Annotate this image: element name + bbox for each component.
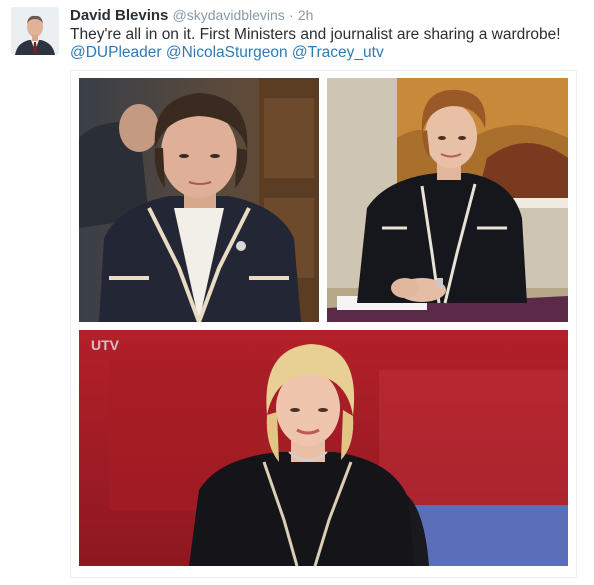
media-collage[interactable]: UTV	[71, 71, 576, 577]
author-handle[interactable]: @skydavidblevins	[173, 7, 285, 23]
avatar-image	[11, 7, 59, 55]
tweet-text: They're all in on it. First Ministers an…	[70, 26, 561, 43]
avatar[interactable]	[11, 7, 59, 55]
tweet-header: David Blevins @skydavidblevins · 2h	[70, 6, 313, 25]
photo-bottom-image: UTV	[79, 330, 568, 566]
author-name[interactable]: David Blevins	[70, 7, 168, 24]
photo-top-right[interactable]	[327, 78, 568, 322]
photo-bottom[interactable]: UTV	[79, 330, 568, 566]
photo-top-left-image	[79, 78, 319, 322]
tweet: David Blevins @skydavidblevins · 2h They…	[0, 0, 594, 585]
photo-top-left[interactable]	[79, 78, 319, 322]
header-separator: ·	[288, 7, 294, 23]
mention-link[interactable]: @NicolaSturgeon	[166, 44, 288, 61]
mention-link[interactable]: @Tracey_utv	[292, 44, 384, 61]
timestamp[interactable]: 2h	[298, 7, 314, 23]
photo-top-right-image	[327, 78, 568, 322]
mention-link[interactable]: @DUPleader	[70, 44, 162, 61]
tweet-mentions: @DUPleader @NicolaSturgeon @Tracey_utv	[70, 43, 384, 62]
channel-logo: UTV	[91, 337, 120, 353]
